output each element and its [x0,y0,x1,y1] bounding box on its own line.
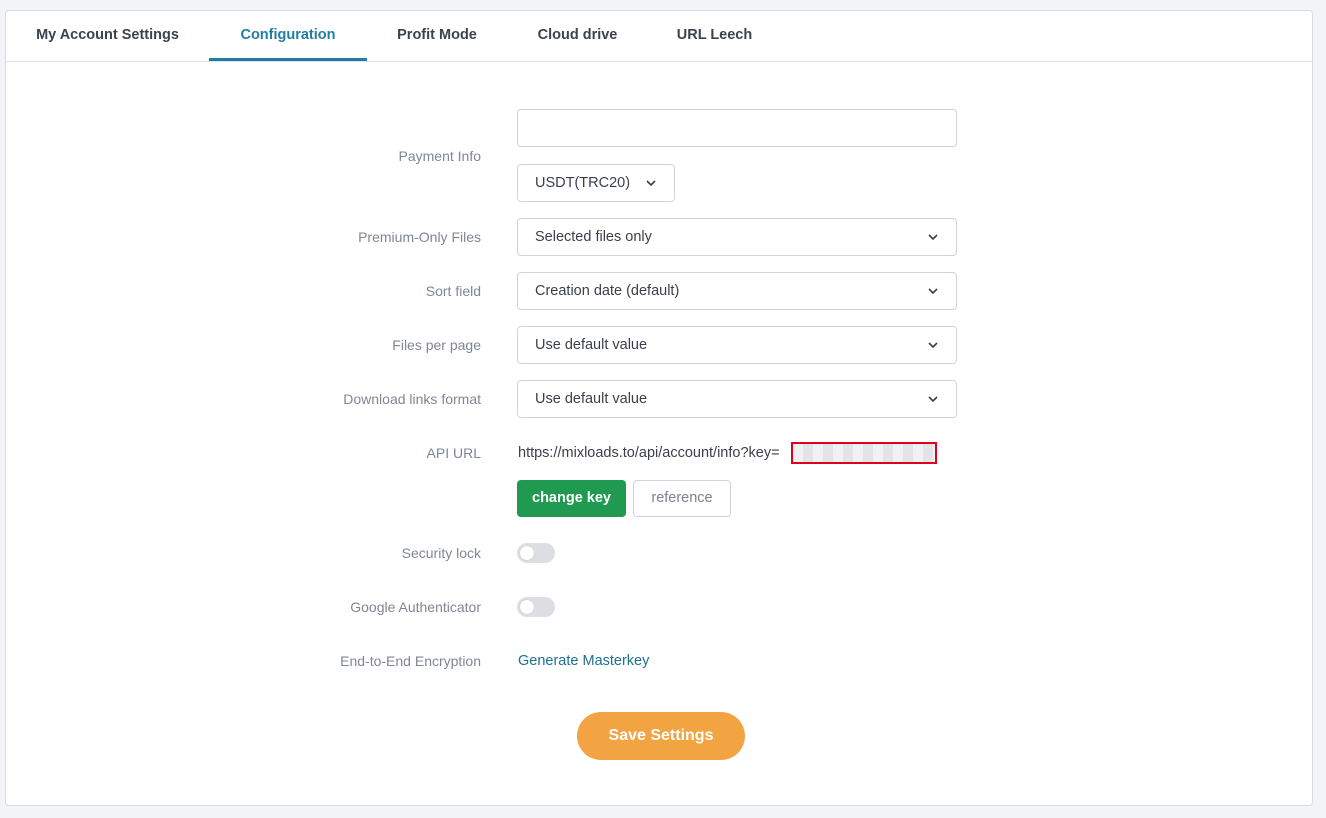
chevron-down-icon [928,396,938,403]
reference-button[interactable]: reference [633,480,731,517]
files-per-page-label: Files per page [392,337,481,353]
sort-field-label: Sort field [425,283,481,299]
settings-card: My Account Settings Configuration Profit… [5,10,1313,806]
download-links-format-select[interactable]: Use default value [517,380,957,418]
chevron-down-icon [928,288,938,295]
premium-only-files-label: Premium-Only Files [358,229,481,245]
chevron-down-icon [928,342,938,349]
chevron-down-icon [928,234,938,241]
api-url-value: https://mixloads.to/api/account/info?key… [518,445,780,461]
download-links-format-value: Use default value [535,391,648,407]
toggle-knob [520,546,534,560]
generate-masterkey-link[interactable]: Generate Masterkey [518,653,649,669]
sort-field-select[interactable]: Creation date (default) [517,272,957,310]
tab-url-leech[interactable]: URL Leech [648,11,781,61]
chevron-down-icon [646,180,656,187]
change-key-button[interactable]: change key [517,480,626,517]
security-lock-label: Security lock [401,545,481,561]
tab-cloud-drive[interactable]: Cloud drive [507,11,648,61]
e2e-encryption-label: End-to-End Encryption [340,653,481,669]
currency-select[interactable]: USDT(TRC20) [517,164,675,202]
tab-my-account-settings[interactable]: My Account Settings [6,11,209,61]
toggle-knob [520,600,534,614]
download-links-format-label: Download links format [343,391,481,407]
api-url-label: API URL [426,445,481,461]
payment-info-input[interactable] [517,109,957,147]
tab-configuration[interactable]: Configuration [209,11,367,61]
files-per-page-select[interactable]: Use default value [517,326,957,364]
google-authenticator-label: Google Authenticator [350,599,481,615]
payment-info-label: Payment Info [398,148,482,164]
files-per-page-value: Use default value [535,337,648,353]
settings-tabs: My Account Settings Configuration Profit… [6,11,1312,62]
google-authenticator-toggle[interactable] [517,597,555,617]
currency-select-value: USDT(TRC20) [535,175,631,191]
premium-only-files-select[interactable]: Selected files only [517,218,957,256]
premium-only-files-value: Selected files only [535,229,652,245]
security-lock-toggle[interactable] [517,543,555,563]
redacted-api-key [791,442,937,464]
tab-profit-mode[interactable]: Profit Mode [367,11,507,61]
save-settings-button[interactable]: Save Settings [577,712,745,760]
sort-field-value: Creation date (default) [535,283,680,299]
